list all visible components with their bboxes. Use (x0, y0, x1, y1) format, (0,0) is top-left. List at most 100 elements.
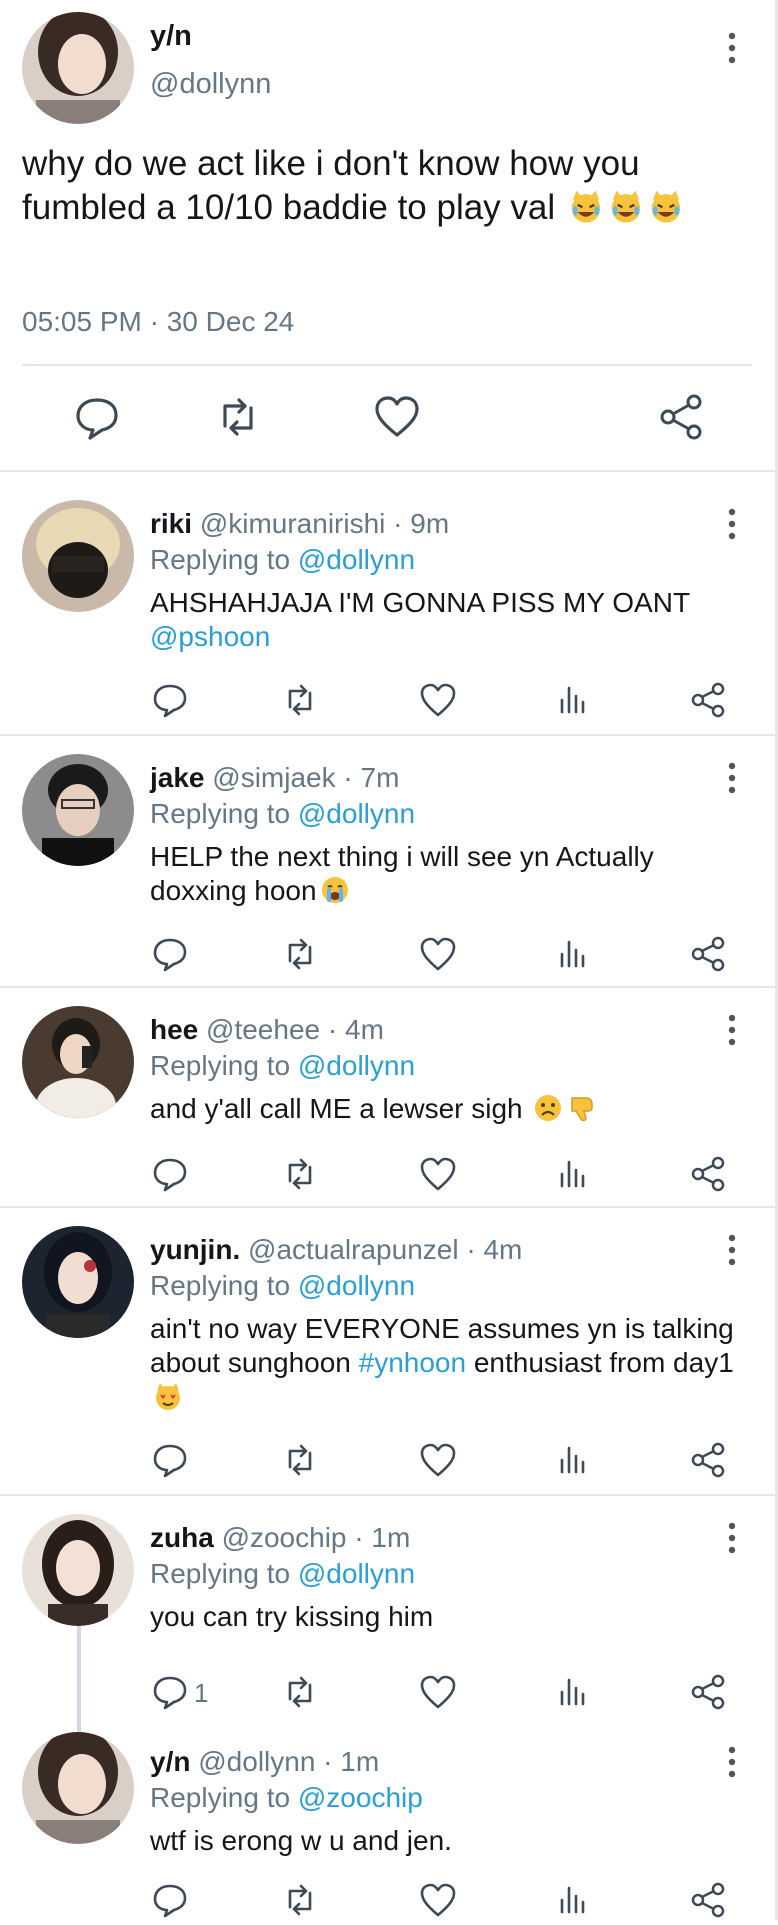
reply-actions (0, 1880, 775, 1920)
more-options-icon[interactable] (720, 1518, 744, 1558)
analytics-icon[interactable] (552, 1154, 592, 1194)
reply-text-content: HELP the next thing i will see yn Actual… (150, 841, 654, 906)
avatar[interactable] (22, 1732, 134, 1844)
reply-text: AHSHAHJAJA I'M GONNA PISS MY OANT @pshoon (150, 586, 750, 654)
more-options-icon[interactable] (720, 1010, 744, 1050)
share-icon[interactable] (688, 934, 728, 974)
reply-icon[interactable] (150, 680, 190, 720)
share-icon[interactable] (688, 1880, 728, 1920)
avatar[interactable] (22, 12, 134, 124)
reply-tweet: riki @kimuranirishi · 9m Replying to @do… (0, 472, 775, 734)
reply-time: 9m (410, 508, 450, 539)
user-handle[interactable]: @dollynn (150, 68, 271, 101)
mention-link[interactable]: @pshoon (150, 621, 270, 652)
reply-icon[interactable] (150, 934, 190, 974)
reply-icon[interactable] (150, 1672, 190, 1712)
replying-to-link[interactable]: @dollynn (298, 1050, 415, 1081)
like-icon[interactable] (418, 680, 458, 720)
user-handle[interactable]: @zoochip (222, 1522, 347, 1553)
user-handle[interactable]: @actualrapunzel (248, 1234, 459, 1265)
reply-text-content: AHSHAHJAJA I'M GONNA PISS MY OANT (150, 587, 691, 618)
display-name[interactable]: jake (150, 762, 205, 793)
share-icon[interactable] (688, 680, 728, 720)
more-options-icon[interactable] (720, 28, 744, 68)
retweet-icon[interactable] (213, 392, 263, 442)
reply-icon[interactable] (150, 1880, 190, 1920)
reply-icon[interactable] (150, 1440, 190, 1480)
reply-header: zuha @zoochip · 1m (150, 1522, 410, 1554)
reply-icon[interactable] (72, 392, 122, 442)
avatar[interactable] (22, 1006, 134, 1118)
replying-label: Replying to (150, 1270, 291, 1301)
display-name[interactable]: y/n (150, 1746, 190, 1777)
display-name[interactable]: yunjin. (150, 1234, 240, 1265)
analytics-icon[interactable] (552, 1440, 592, 1480)
joy-cat-emoji (647, 187, 685, 225)
user-handle[interactable]: @kimuranirishi (200, 508, 386, 539)
reply-text: wtf is erong w u and jen. (150, 1824, 750, 1858)
user-handle[interactable]: @simjaek (212, 762, 335, 793)
like-icon[interactable] (418, 1880, 458, 1920)
reply-count: 1 (194, 1678, 209, 1708)
joy-cat-emoji (607, 187, 645, 225)
reply-time: 4m (345, 1014, 384, 1045)
display-name[interactable]: y/n (150, 20, 192, 53)
avatar[interactable] (22, 754, 134, 866)
avatar[interactable] (22, 1226, 134, 1338)
display-name[interactable]: zuha (150, 1522, 214, 1553)
tweet-thread: y/n @dollynn why do we act like i don't … (0, 0, 778, 1920)
retweet-icon[interactable] (280, 680, 320, 720)
share-icon[interactable] (688, 1440, 728, 1480)
reply-actions (0, 1440, 775, 1480)
thumbs-down-emoji (566, 1092, 598, 1124)
avatar[interactable] (22, 500, 134, 612)
analytics-icon[interactable] (552, 1880, 592, 1920)
more-options-icon[interactable] (720, 1230, 744, 1270)
loudly-crying-emoji (319, 874, 351, 906)
tweet-text-content: why do we act like i don't know how you … (22, 144, 640, 227)
display-name[interactable]: riki (150, 508, 192, 539)
reply-actions (0, 1154, 775, 1194)
retweet-icon[interactable] (280, 1154, 320, 1194)
like-icon[interactable] (372, 392, 422, 442)
reply-header: yunjin. @actualrapunzel · 4m (150, 1234, 522, 1266)
analytics-icon[interactable] (552, 934, 592, 974)
like-icon[interactable] (418, 1154, 458, 1194)
replying-to: Replying to @dollynn (150, 1558, 415, 1590)
replying-to-link[interactable]: @dollynn (298, 1270, 415, 1301)
replying-to-link[interactable]: @dollynn (298, 1558, 415, 1589)
user-handle[interactable]: @teehee (206, 1014, 320, 1045)
reply-time: 1m (340, 1746, 380, 1777)
reply-tweet: jake @simjaek · 7m Replying to @dollynn … (0, 736, 775, 986)
reply-tweet: yunjin. @actualrapunzel · 4m Replying to… (0, 1208, 775, 1494)
analytics-icon[interactable] (552, 680, 592, 720)
reply-icon[interactable] (150, 1154, 190, 1194)
more-options-icon[interactable] (720, 1742, 744, 1782)
like-icon[interactable] (418, 934, 458, 974)
avatar[interactable] (22, 1514, 134, 1626)
share-icon[interactable] (688, 1154, 728, 1194)
dot-separator: · (346, 1522, 372, 1553)
retweet-icon[interactable] (280, 1672, 320, 1712)
hashtag-link[interactable]: #ynhoon (359, 1347, 466, 1378)
replying-to-link[interactable]: @dollynn (298, 544, 415, 575)
like-icon[interactable] (418, 1440, 458, 1480)
share-icon[interactable] (656, 392, 706, 442)
user-handle[interactable]: @dollynn (198, 1746, 315, 1777)
analytics-icon[interactable] (552, 1672, 592, 1712)
more-options-icon[interactable] (720, 758, 744, 798)
share-icon[interactable] (688, 1672, 728, 1712)
more-options-icon[interactable] (720, 504, 744, 544)
dot-separator: · (315, 1746, 341, 1777)
like-icon[interactable] (418, 1672, 458, 1712)
display-name[interactable]: hee (150, 1014, 198, 1045)
replying-to-link[interactable]: @dollynn (298, 798, 415, 829)
reply-text-content: wtf is erong w u and jen. (150, 1825, 452, 1856)
retweet-icon[interactable] (280, 1880, 320, 1920)
reply-text: ain't no way EVERYONE assumes yn is talk… (150, 1312, 750, 1414)
replying-to-link[interactable]: @zoochip (298, 1782, 423, 1813)
retweet-icon[interactable] (280, 1440, 320, 1480)
retweet-icon[interactable] (280, 934, 320, 974)
replying-label: Replying to (150, 1050, 291, 1081)
frowning-face-emoji (532, 1092, 564, 1124)
